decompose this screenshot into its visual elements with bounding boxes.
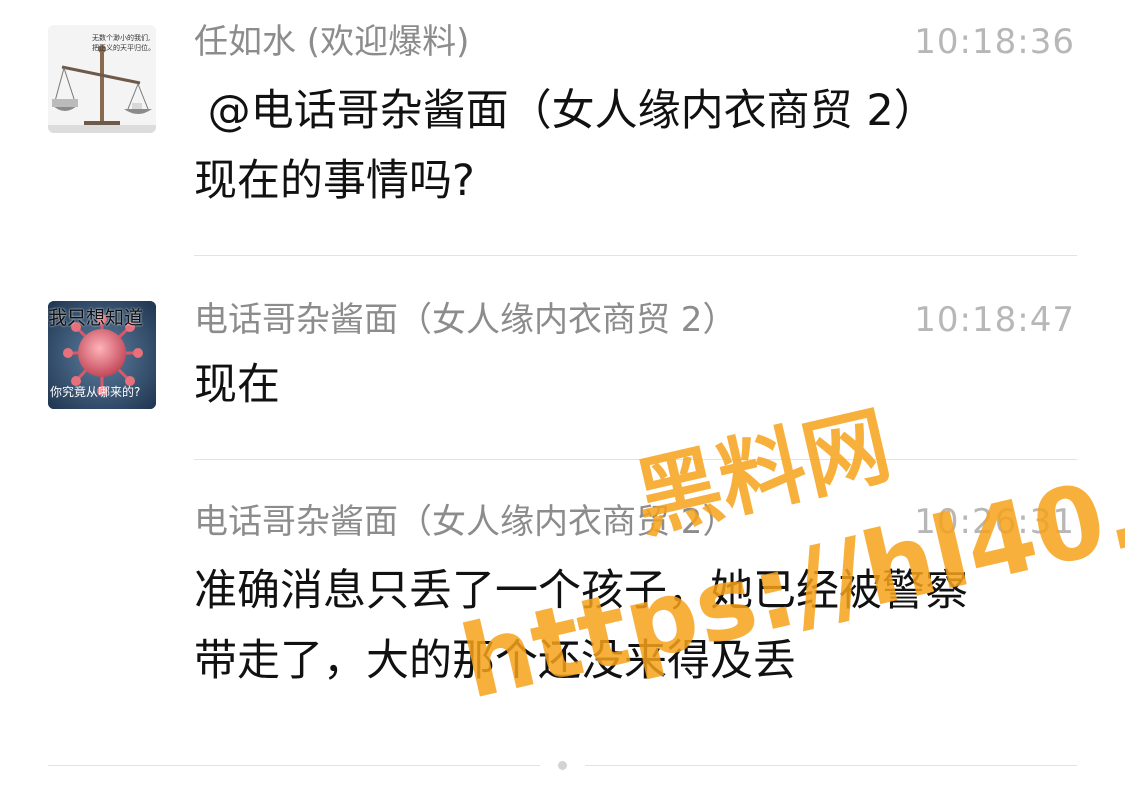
avatar-scales[interactable]: 无数个渺小的我们, 把正义的天平归位。 [48, 25, 156, 133]
message-time: 10:26:31 [914, 502, 1075, 542]
message-line: 现在 [194, 360, 280, 410]
avatar-virus[interactable]: 我只想知道 你究竟从哪来的? [48, 301, 156, 409]
message-2: 我只想知道 你究竟从哪来的? 电话哥杂酱面（女人缘内衣商贸 2） 10:18:4… [0, 256, 1125, 460]
sender-name[interactable]: 任如水 (欢迎爆料) [194, 22, 469, 62]
message-line: 准确消息只丢了一个孩子，她已经被警察 [194, 566, 968, 616]
bottom-divider-left [48, 765, 540, 766]
sender-name[interactable]: 电话哥杂酱面（女人缘内衣商贸 2） [194, 502, 736, 542]
avatar-caption-1: 无数个渺小的我们, [92, 34, 151, 42]
message-1: 无数个渺小的我们, 把正义的天平归位。 任如水 (欢迎爆料) 10:18:36 … [0, 0, 1125, 256]
message-line: 现在的事情吗? [194, 156, 475, 206]
message-text[interactable]: 准确消息只丢了一个孩子，她已经被警察 带走了，大的那个还没来得及丢 [194, 556, 1084, 696]
avatar-caption-bottom: 你究竟从哪来的? [50, 385, 141, 399]
message-time: 10:18:47 [914, 300, 1075, 340]
message-time: 10:18:36 [914, 22, 1075, 62]
avatar-caption-top: 我只想知道 [48, 307, 144, 329]
message-text[interactable]: @电话哥杂酱面（女人缘内衣商贸 2） 现在的事情吗? [194, 76, 1084, 216]
scroll-indicator-dot [558, 761, 567, 770]
message-line: 带走了，大的那个还没来得及丢 [194, 636, 796, 686]
avatar-caption-2: 把正义的天平归位。 [92, 44, 155, 52]
message-3: 电话哥杂酱面（女人缘内衣商贸 2） 10:26:31 准确消息只丢了一个孩子，她… [0, 460, 1125, 760]
sender-name[interactable]: 电话哥杂酱面（女人缘内衣商贸 2） [194, 300, 736, 340]
bottom-divider-right [585, 765, 1077, 766]
message-line: @电话哥杂酱面（女人缘内衣商贸 2） [194, 86, 937, 136]
message-text[interactable]: 现在 [194, 350, 1084, 420]
